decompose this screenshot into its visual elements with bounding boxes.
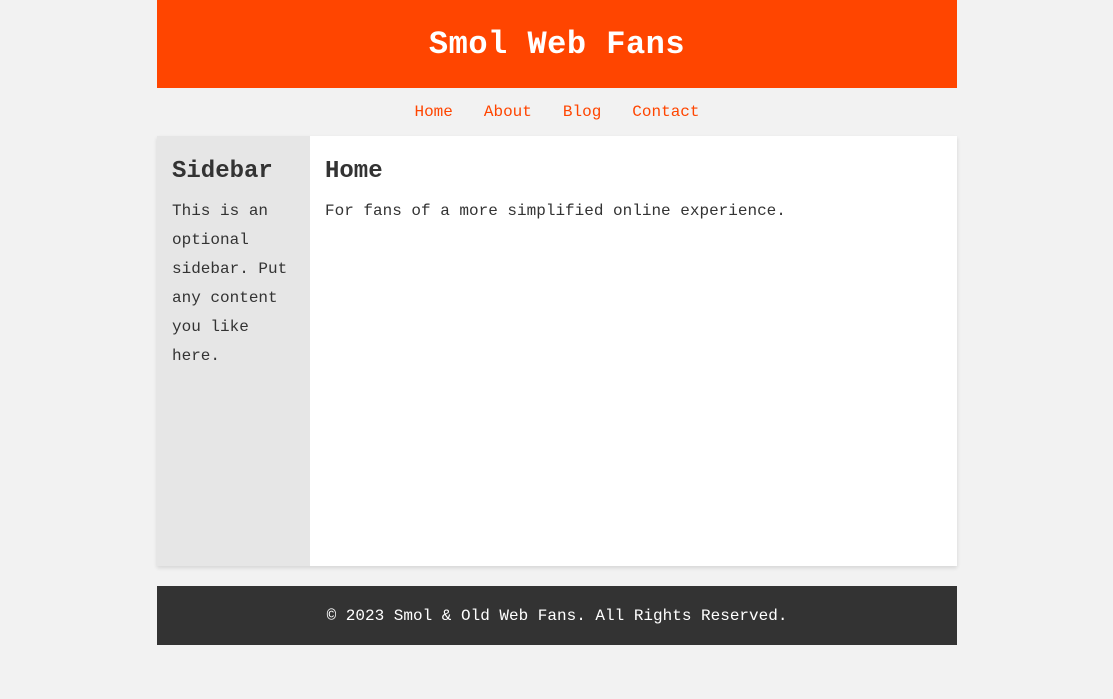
page-heading: Home: [325, 158, 383, 185]
page-container: Smol Web Fans Home About Blog Contact Si…: [157, 0, 957, 645]
sidebar-heading: Sidebar: [172, 158, 273, 185]
page-intro-text: For fans of a more simplified online exp…: [325, 202, 786, 220]
nav-link-blog[interactable]: Blog: [563, 103, 601, 121]
site-footer: © 2023 Smol & Old Web Fans. All Rights R…: [157, 586, 957, 645]
main-content: Home For fans of a more simplified onlin…: [310, 136, 957, 566]
nav-link-contact[interactable]: Contact: [632, 103, 699, 121]
site-title: Smol Web Fans: [428, 25, 686, 63]
content-area: Sidebar This is an optional sidebar. Put…: [157, 136, 957, 566]
nav-link-home[interactable]: Home: [414, 103, 452, 121]
nav-link-about[interactable]: About: [484, 103, 532, 121]
sidebar: Sidebar This is an optional sidebar. Put…: [157, 136, 310, 566]
main-nav: Home About Blog Contact: [157, 88, 957, 136]
site-header: Smol Web Fans: [157, 0, 957, 88]
sidebar-text: This is an optional sidebar. Put any con…: [172, 202, 288, 365]
footer-copyright: © 2023 Smol & Old Web Fans. All Rights R…: [326, 606, 788, 625]
